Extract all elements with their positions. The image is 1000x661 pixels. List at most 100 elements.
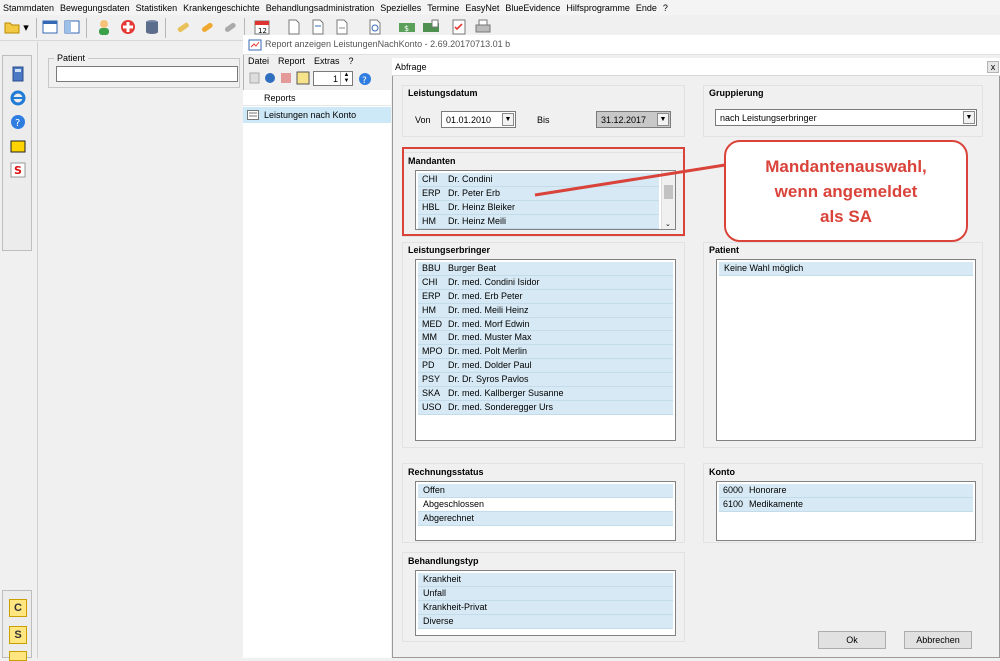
von-label: Von — [415, 115, 431, 125]
split-window-icon[interactable] — [63, 18, 81, 36]
list-item[interactable]: PD Dr. med. Dolder Paul — [418, 359, 673, 374]
konto-code: 6100 — [723, 498, 744, 509]
patient-list[interactable]: Keine Wahl möglich — [716, 259, 976, 441]
list-item[interactable]: Abgerechnet — [418, 511, 673, 526]
document-icon[interactable] — [285, 18, 303, 36]
list-item[interactable]: HM Dr. med. Meili Heinz — [418, 303, 673, 318]
print-icon[interactable] — [474, 18, 492, 36]
list-item[interactable]: MED Dr. med. Morf Edwin — [418, 317, 673, 332]
konto-list[interactable]: 6000 Honorare 6100 Medikamente — [716, 481, 976, 541]
report-menu-help[interactable]: ? — [344, 56, 358, 66]
leistungserbringer-name: Dr. med. Erb Peter — [448, 290, 523, 301]
behandlungstyp-list[interactable]: Krankheit Unfall Krankheit-Privat Divers… — [415, 570, 676, 636]
svg-text:$: $ — [404, 24, 409, 33]
patient-icon[interactable] — [95, 18, 113, 36]
database-icon[interactable] — [143, 18, 161, 36]
bis-label: Bis — [537, 115, 550, 125]
list-item[interactable]: BBU Burger Beat — [418, 262, 673, 276]
pill-icon[interactable] — [198, 18, 216, 36]
menu-item-hilfsprogramme[interactable]: Hilfsprogramme — [563, 0, 633, 13]
page-icon[interactable] — [333, 18, 351, 36]
spinner-arrows-icon[interactable]: ▲ ▼ — [340, 72, 352, 85]
page-view-icon[interactable] — [296, 71, 310, 87]
callout-line-2: wenn angemeldet — [774, 182, 918, 201]
report-list-item[interactable]: Leistungen nach Konto — [243, 107, 391, 123]
menu-item-ende[interactable]: Ende — [633, 0, 660, 13]
copy-icon[interactable] — [249, 72, 261, 86]
gruppierung-dropdown-icon[interactable]: ▼ — [963, 111, 975, 124]
stop-icon[interactable] — [280, 72, 292, 86]
close-icon[interactable]: x — [987, 61, 999, 73]
list-item[interactable]: MPO Dr. med. Polt Merlin — [418, 345, 673, 360]
globe-icon[interactable] — [264, 72, 276, 86]
leistungserbringer-code: CHI — [422, 276, 438, 287]
list-item[interactable]: Unfall — [418, 586, 673, 601]
list-item[interactable]: SKA Dr. med. Kallberger Susanne — [418, 387, 673, 401]
window-icon[interactable] — [41, 18, 59, 36]
menu-item-easynet[interactable]: EasyNet — [462, 0, 502, 13]
list-item[interactable]: Diverse — [418, 614, 673, 629]
ok-button[interactable]: Ok — [818, 631, 886, 649]
list-item[interactable]: USO Dr. med. Sonderegger Urs — [418, 400, 673, 415]
reports-pane — [243, 90, 391, 658]
menu-item-krankengeschichte[interactable]: Krankengeschichte — [180, 0, 263, 13]
leistungserbringer-code: HM — [422, 304, 436, 315]
list-item[interactable]: 6000 Honorare — [719, 484, 973, 498]
list-item[interactable]: ERP Dr. med. Erb Peter — [418, 289, 673, 304]
calculator-icon[interactable] — [10, 66, 26, 82]
report-help-icon[interactable]: ? — [358, 72, 372, 88]
list-item[interactable]: Krankheit-Privat — [418, 600, 673, 615]
leistungserbringer-title: Leistungserbringer — [408, 245, 491, 255]
callout-line-1: Mandantenauswahl, — [765, 157, 927, 176]
report-menu-datei[interactable]: Datei — [243, 56, 273, 66]
leistungserbringer-name: Dr. med. Polt Merlin — [448, 346, 528, 357]
edit-document-icon[interactable] — [309, 18, 327, 36]
open-folder-icon[interactable] — [3, 18, 21, 36]
list-item[interactable]: PSY Dr. Dr. Syros Pavlos — [418, 373, 673, 388]
list-item[interactable]: Keine Wahl möglich — [719, 262, 973, 276]
menu-item-blueevidence[interactable]: BlueEvidence — [502, 0, 563, 13]
chevron-down-icon[interactable]: ▾ — [21, 18, 31, 36]
c-button[interactable]: C — [9, 599, 27, 617]
s-button[interactable]: S — [9, 626, 27, 644]
menu-item-statistiken[interactable]: Statistiken — [133, 0, 181, 13]
calendar-icon[interactable]: 12 — [253, 18, 271, 36]
abbrechen-button[interactable]: Abbrechen — [904, 631, 972, 649]
internet-explorer-icon[interactable] — [10, 90, 26, 106]
bis-dropdown-icon[interactable]: ▼ — [657, 113, 669, 126]
von-dropdown-icon[interactable]: ▼ — [502, 113, 514, 126]
menu-item-bewegungsdaten[interactable]: Bewegungsdaten — [57, 0, 133, 13]
report-menu-report[interactable]: Report — [273, 56, 309, 66]
list-item[interactable]: 6100 Medikamente — [719, 497, 973, 512]
menu-item-spezielles[interactable]: Spezielles — [377, 0, 424, 13]
money-icon[interactable]: $ — [398, 18, 416, 36]
help-icon[interactable]: ? — [10, 114, 26, 130]
search-document-icon[interactable] — [366, 18, 384, 36]
list-item[interactable]: MM Dr. med. Muster Max — [418, 331, 673, 346]
list-item[interactable]: Abgeschlossen — [418, 497, 673, 512]
checklist-icon[interactable] — [450, 18, 468, 36]
page-spinner[interactable]: 1 ▲ ▼ — [313, 71, 353, 86]
medical-cross-icon[interactable] — [119, 18, 137, 36]
menu-item-termine[interactable]: Termine — [424, 0, 462, 13]
leistungserbringer-list[interactable]: BBU Burger Beat CHI Dr. med. Condini Isidor… — [415, 259, 676, 441]
capsule-icon[interactable] — [221, 18, 239, 36]
invoice-icon[interactable] — [422, 18, 440, 36]
rechnungsstatus-list[interactable]: Offen Abgeschlossen Abgerechnet — [415, 481, 676, 541]
s-logo-icon[interactable]: S — [10, 162, 26, 178]
konto-name: Medikamente — [749, 498, 804, 509]
list-item[interactable]: Offen — [418, 484, 673, 498]
gruppierung-select[interactable]: nach Leistungserbringer — [715, 109, 977, 126]
more-button[interactable] — [9, 651, 27, 661]
bandage-icon[interactable] — [174, 18, 192, 36]
menu-item-[interactable]: ? — [660, 0, 671, 13]
patient-input[interactable] — [56, 66, 238, 82]
folder-yellow-icon[interactable] — [10, 138, 26, 154]
list-item[interactable]: CHI Dr. med. Condini Isidor — [418, 275, 673, 290]
menu-item-behandlungsadministration[interactable]: Behandlungsadministration — [263, 0, 378, 13]
left-tool-strip: ? S — [2, 55, 32, 251]
menu-item-stammdaten[interactable]: Stammdaten — [0, 0, 57, 13]
typ-krankheit: Krankheit — [423, 574, 462, 584]
report-menu-extras[interactable]: Extras — [309, 56, 344, 66]
list-item[interactable]: Krankheit — [418, 573, 673, 587]
